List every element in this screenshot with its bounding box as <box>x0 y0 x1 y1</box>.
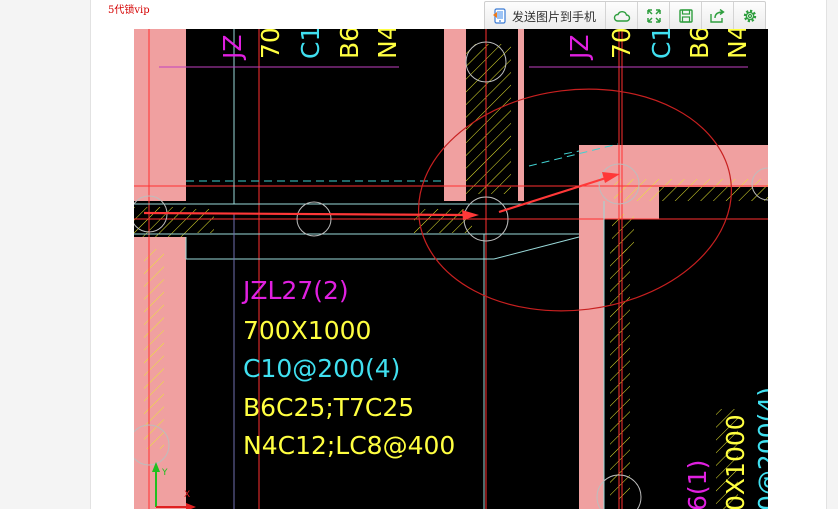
tl-label-stirrup: C1 <box>296 29 325 59</box>
fullscreen-icon <box>646 9 661 23</box>
save-icon <box>678 9 693 23</box>
cloud-icon <box>613 11 630 22</box>
opening-far-right <box>659 224 768 509</box>
image-toolbar: 发送图片到手机 <box>484 1 767 31</box>
send-to-phone-button[interactable]: 发送图片到手机 <box>485 2 607 30</box>
top-left-beam-label: JZ 70 C1 B6 N4 <box>218 29 402 61</box>
cloud-button[interactable] <box>606 2 639 30</box>
ucs-x-label: X <box>184 490 190 500</box>
tl-label-bars: B6 <box>335 29 364 59</box>
wall-left-top <box>134 29 186 201</box>
main-beam-label: JZL27(2) 700X1000 C10@200(4) B6C25;T7C25… <box>241 276 455 460</box>
tr-label-side: N4 <box>723 29 752 59</box>
share-icon <box>709 9 725 23</box>
settings-icon <box>743 9 756 23</box>
send-to-phone-label: 发送图片到手机 <box>512 9 597 24</box>
share-button[interactable] <box>702 2 735 30</box>
tr-label-bars: B6 <box>685 29 714 59</box>
top-right-beam-label: JZ 70 C1 B6 N4 <box>565 29 752 61</box>
tl-label-side: N4 <box>373 29 402 59</box>
tr-label-size: 70 <box>607 29 636 59</box>
br-label-name: 6(1) <box>683 460 712 509</box>
tr-label-stirrup: C1 <box>647 29 676 59</box>
user-tag: 5代锁vip <box>108 5 150 16</box>
beam-size: 700X1000 <box>243 316 371 345</box>
beam-main-bars: B6C25;T7C25 <box>243 393 414 422</box>
cad-drawing: Y X JZ 70 C1 B6 N4 JZ 70 C1 B6 N4 JZL27(… <box>134 29 768 509</box>
br-label-size: 0X1000 <box>721 414 750 509</box>
beam-name: JZL27(2) <box>241 276 349 305</box>
annotation-arrows <box>143 172 620 220</box>
phone-send-icon <box>493 8 506 24</box>
br-label-stirrup: 0@200(4) <box>753 387 768 509</box>
fullscreen-button[interactable] <box>638 2 671 30</box>
cad-canvas: Y X JZ 70 C1 B6 N4 JZ 70 C1 B6 N4 JZL27(… <box>134 29 768 509</box>
settings-button[interactable] <box>734 2 765 30</box>
tl-label-name: JZ <box>218 35 247 62</box>
tr-label-name: JZ <box>565 35 594 62</box>
tl-label-size: 70 <box>256 29 285 59</box>
beam-side-bars: N4C12;LC8@400 <box>243 431 455 460</box>
save-button[interactable] <box>670 2 703 30</box>
beam-stirrup: C10@200(4) <box>243 354 400 383</box>
ucs-y-label: Y <box>161 468 168 478</box>
hidden-lines <box>186 143 619 182</box>
